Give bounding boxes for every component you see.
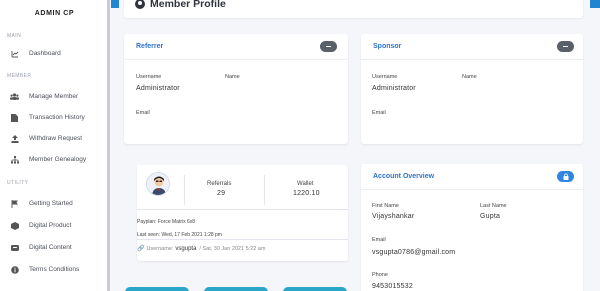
referrals-label: Referrals: [207, 181, 232, 187]
referrer-username-label: Username: [136, 74, 162, 80]
link-icon: 🔗: [137, 246, 145, 252]
action-button-3[interactable]: [283, 287, 347, 291]
email-label: Email: [372, 237, 386, 243]
sidebar-item-dashboard[interactable]: Dashboard: [10, 49, 61, 58]
sidebar-item-label: Digital Content: [29, 244, 72, 251]
sidebar-item-terms-conditions[interactable]: Terms Conditions: [10, 265, 79, 274]
sponsor-name-label: Name: [462, 74, 477, 80]
sidebar-item-label: Terms Conditions: [29, 266, 80, 273]
referrals-count: 29: [217, 190, 226, 197]
sponsor-title: Sponsor: [373, 43, 402, 50]
divider: [137, 209, 348, 210]
sponsor-username-label: Username: [372, 74, 398, 80]
account-overview-title: Account Overview: [373, 173, 435, 180]
joined-date: / Sat, 30 Jan 2021 5:22 am: [199, 245, 266, 252]
last-seen-text: Last seen: Wed, 17 Feb 2021 1:28 pm: [137, 232, 222, 238]
username-row: 🔗 Username: vsgupta / Sat, 30 Jan 2021 5…: [137, 245, 266, 253]
action-button-2[interactable]: [204, 287, 268, 291]
chart-icon: [10, 49, 19, 58]
document-icon: [10, 113, 19, 122]
flag-icon: [10, 199, 19, 208]
account-overview-header: Account Overview: [361, 164, 583, 190]
first-name-value: Vijayshankar: [372, 213, 415, 220]
phone-value: 9453015532: [372, 283, 413, 290]
last-name-label: Last Name: [480, 203, 507, 209]
page-title-text: Member Profile: [150, 0, 226, 10]
member-username[interactable]: vsgupta: [175, 246, 196, 252]
page-title: Member Profile: [135, 0, 226, 10]
section-label-main: MAIN: [7, 33, 22, 39]
first-name-label: First Name: [372, 203, 399, 209]
action-button-1[interactable]: [125, 287, 189, 291]
sponsor-username: Administrator: [372, 85, 416, 92]
sidebar-item-label: Dashboard: [29, 50, 61, 57]
referrer-title: Referrer: [136, 43, 164, 50]
sidebar-item-withdraw-request[interactable]: Withdraw Request: [10, 134, 82, 143]
user-circle-icon: [135, 0, 145, 9]
phone-label: Phone: [372, 272, 388, 278]
wallet-label: Wallet: [297, 181, 314, 187]
sidebar-item-transaction-history[interactable]: Transaction History: [10, 113, 85, 122]
avatar: [146, 172, 170, 196]
lock-icon: [563, 173, 568, 180]
section-label-member: MEMBER: [7, 73, 32, 79]
referrer-card: Referrer Username Name Administrator Ema…: [124, 34, 348, 144]
divider: [137, 239, 348, 240]
referrer-name-label: Name: [225, 74, 240, 80]
sponsor-card-header: Sponsor: [361, 34, 583, 60]
payplan-text: Payplan: Force Matrix 6x8: [137, 219, 196, 225]
sidebar-item-member-genealogy[interactable]: Member Genealogy: [10, 155, 86, 164]
divider: [184, 175, 185, 205]
sidebar-item-label: Withdraw Request: [29, 135, 83, 142]
sponsor-email-label: Email: [372, 110, 386, 116]
account-overview-card: Account Overview First Name Vijayshankar…: [361, 164, 583, 291]
box-icon: [10, 221, 19, 230]
sidebar-item-digital-content[interactable]: Digital Content: [10, 243, 72, 252]
sitemap-icon: [10, 155, 19, 164]
minus-icon: [563, 45, 568, 48]
email-value: vsgupta0786@gmail.com: [372, 249, 456, 256]
sidebar-item-label: Transaction History: [29, 114, 85, 121]
sidebar-item-getting-started[interactable]: Getting Started: [10, 199, 73, 208]
users-icon: [10, 92, 19, 101]
sidebar-item-digital-product[interactable]: Digital Product: [10, 221, 71, 230]
last-name-value: Gupta: [480, 213, 501, 220]
content-icon: [10, 243, 19, 252]
brand-title: ADMIN CP: [34, 9, 75, 17]
upload-icon: [10, 134, 19, 143]
referrer-username: Administrator: [136, 85, 180, 92]
sidebar-item-label: Digital Product: [29, 222, 72, 229]
referrer-email-label: Email: [136, 110, 150, 116]
sidebar-item-label: Manage Member: [29, 93, 79, 100]
username-prefix: Username:: [146, 245, 174, 252]
minus-icon: [326, 45, 331, 48]
section-label-utility: UTILITY: [7, 180, 29, 186]
sponsor-card: Sponsor Username Name Administrator Emai…: [361, 34, 583, 144]
accent-strip-right: [590, 0, 600, 8]
sidebar-item-label: Member Genealogy: [29, 156, 87, 163]
sidebar-item-manage-member[interactable]: Manage Member: [10, 92, 78, 101]
accent-strip: [111, 0, 119, 8]
sidebar: ADMIN CP MAIN Dashboard MEMBER Manage Me…: [0, 0, 110, 291]
sidebar-item-label: Getting Started: [29, 200, 73, 207]
lock-button[interactable]: [557, 171, 574, 182]
collapse-referrer-button[interactable]: [320, 41, 337, 52]
info-icon: [10, 265, 19, 274]
sidebar-scrollbar[interactable]: [107, 0, 110, 291]
wallet-amount: 1220.10: [293, 190, 320, 197]
referrer-card-header: Referrer: [124, 34, 348, 60]
collapse-sponsor-button[interactable]: [557, 41, 574, 52]
divider: [264, 175, 265, 205]
